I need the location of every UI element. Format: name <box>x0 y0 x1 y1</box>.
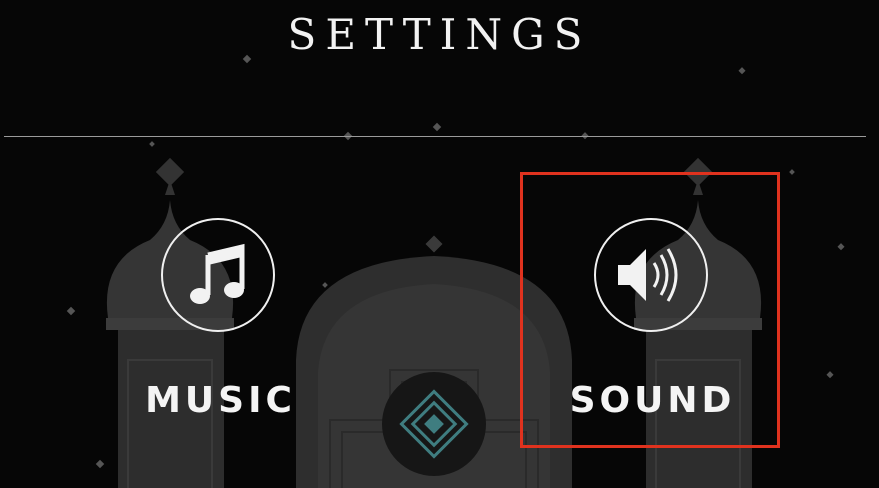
music-toggle-button[interactable] <box>161 218 275 332</box>
sound-selection-highlight <box>520 172 780 448</box>
title-divider <box>4 136 866 137</box>
page-title: SETTINGS <box>287 10 592 59</box>
music-label[interactable]: MUSIC <box>128 380 313 421</box>
diamond-emblem-icon <box>382 372 486 476</box>
music-note-icon <box>190 243 245 304</box>
